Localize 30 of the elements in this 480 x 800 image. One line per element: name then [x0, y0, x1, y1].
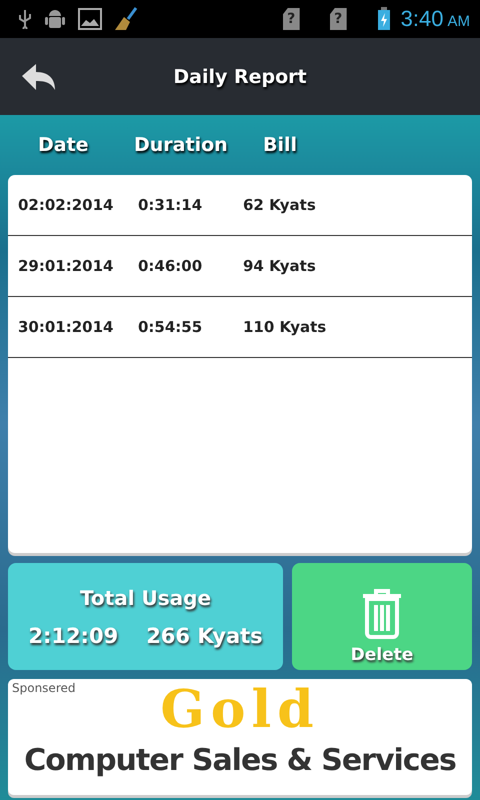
battery-charging-icon [376, 7, 391, 31]
ad-brand: Gold [160, 681, 320, 739]
table-cell-text: 29:01:2014 [18, 257, 114, 275]
table-cell-text: 0:46:00 [138, 257, 204, 275]
table-cell-text: 30:01:2014 [18, 318, 114, 336]
table-cell-text: 0:54:55 [138, 318, 204, 336]
column-header: Bill [263, 134, 298, 156]
ad-tagline: Computer Sales & Services [24, 742, 456, 780]
broom-icon [114, 7, 138, 31]
total-bill: 266 Kyats [146, 624, 263, 648]
sim-card-icon: ? [282, 8, 300, 30]
table-cell: 62 Kyats [243, 196, 316, 214]
back-arrow-icon [22, 62, 56, 92]
column-header: Duration [134, 134, 229, 156]
total-usage-label: Total Usage [80, 586, 212, 610]
clock-time: 3:40 [400, 6, 444, 32]
image-icon [78, 8, 102, 30]
sponsored-label: Sponsered [12, 681, 76, 695]
table-cell-text: 02:02:2014 [18, 196, 114, 214]
usb-icon [18, 9, 32, 29]
ad-banner[interactable]: Sponsered Gold Computer Sales & Services [8, 679, 472, 795]
column-header: Date [38, 134, 90, 156]
table-cell: 94 Kyats [243, 257, 316, 275]
table-cell: 110 Kyats [243, 318, 326, 336]
total-duration: 2:12:09 [28, 624, 118, 648]
android-icon [44, 7, 66, 31]
clock-meridiem: AM [448, 12, 470, 30]
sim-card-icon: ? [330, 8, 347, 30]
table-cell-text: 0:31:14 [138, 196, 204, 214]
screen-title: Daily Report [172, 66, 308, 88]
